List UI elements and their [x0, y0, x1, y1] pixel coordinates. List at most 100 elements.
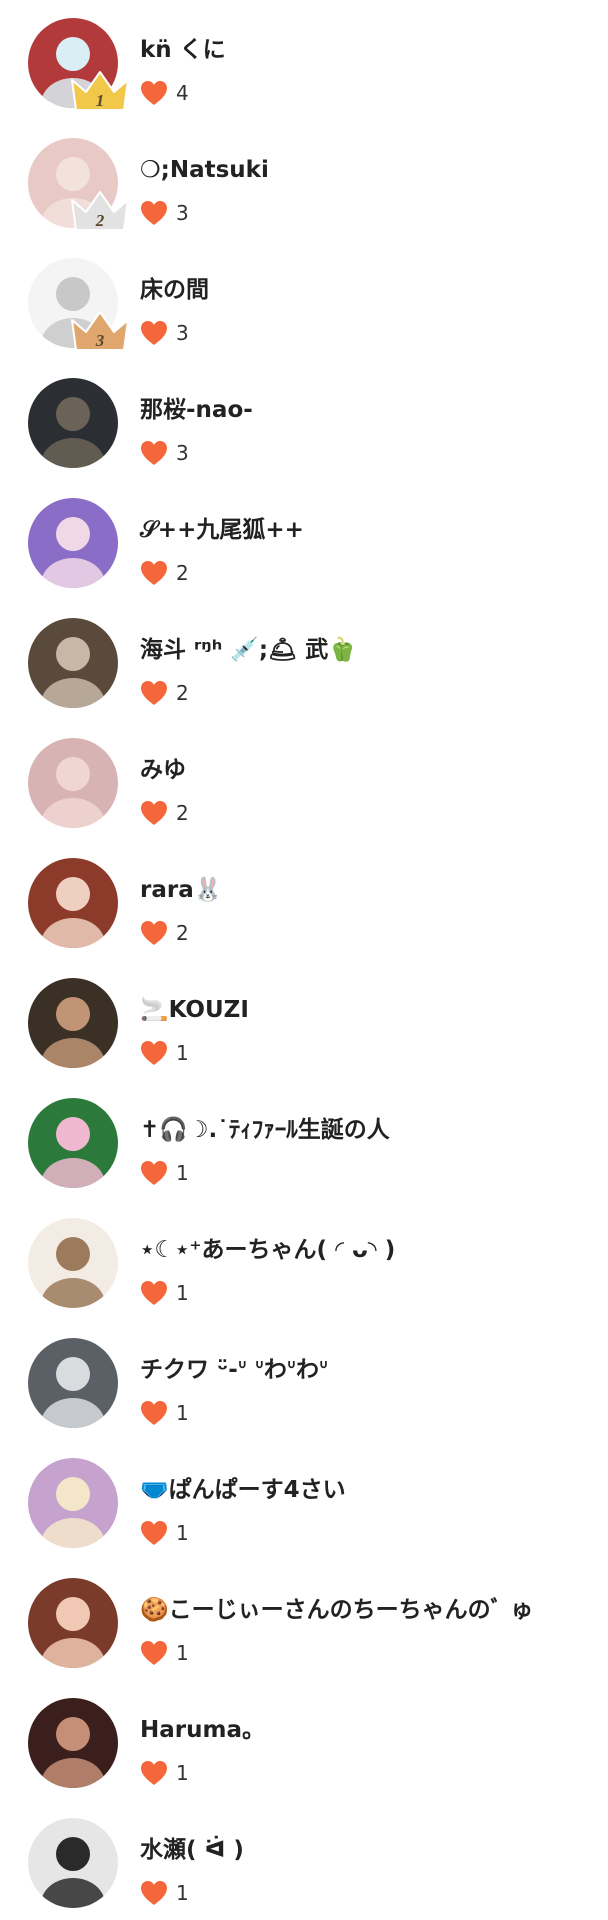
avatar[interactable]	[28, 738, 118, 828]
user-row[interactable]: 2 ❍;Natsuki 3	[0, 120, 608, 240]
user-name[interactable]: rara🐰	[140, 876, 222, 904]
user-row[interactable]: 海斗 ʳᵑʰ 💉;🛎 武🫑 2	[0, 600, 608, 720]
avatar-container	[28, 858, 118, 948]
like-count: 1	[176, 1881, 189, 1905]
user-name[interactable]: kn̈ くに	[140, 36, 226, 64]
user-name[interactable]: 床の間	[140, 276, 209, 304]
user-row[interactable]: 🍪こーじぃーさんのちーちゃんのﾞ ゅ 1	[0, 1560, 608, 1680]
avatar-container	[28, 978, 118, 1068]
user-row[interactable]: 那桜-nao- 3	[0, 360, 608, 480]
avatar[interactable]	[28, 618, 118, 708]
like-count: 1	[176, 1281, 189, 1305]
avatar-container: 1	[28, 18, 129, 111]
heart-icon	[140, 680, 168, 706]
like-count: 1	[176, 1161, 189, 1185]
heart-icon	[140, 1280, 168, 1306]
avatar-container	[28, 738, 118, 828]
avatar[interactable]	[28, 1098, 118, 1188]
user-name[interactable]: Haruma。	[140, 1716, 265, 1744]
like-count: 1	[176, 1521, 189, 1545]
heart-icon	[140, 920, 168, 946]
like-count: 3	[176, 201, 189, 225]
user-row[interactable]: 3 床の間 3	[0, 240, 608, 360]
heart-icon	[140, 1040, 168, 1066]
rank-crown-icon: 3	[68, 306, 132, 352]
avatar-container	[28, 1698, 118, 1788]
user-row[interactable]: みゆ 2	[0, 720, 608, 840]
heart-icon	[140, 1400, 168, 1426]
user-name[interactable]: ⋆☾⋆⁺あーちゃん( ◜ ᴗ◝ )	[140, 1236, 395, 1264]
avatar[interactable]	[28, 1458, 118, 1548]
rank-crown-icon: 1	[68, 66, 132, 112]
heart-icon	[140, 1160, 168, 1186]
avatar[interactable]	[28, 378, 118, 468]
heart-icon	[140, 440, 168, 466]
user-row[interactable]: 🩲ぱんぱーす4さい 1	[0, 1440, 608, 1560]
user-row[interactable]: ✝🎧☽.˙ﾃｨﾌｧｰﾙ生誕の人 1	[0, 1080, 608, 1200]
avatar-container	[28, 498, 118, 588]
user-row[interactable]: 1 kn̈ くに 4	[0, 0, 608, 120]
user-name[interactable]: 🍪こーじぃーさんのちーちゃんのﾞ ゅ	[140, 1596, 533, 1624]
rank-crown-icon: 2	[68, 186, 132, 232]
avatar[interactable]	[28, 1578, 118, 1668]
user-name[interactable]: ✝🎧☽.˙ﾃｨﾌｧｰﾙ生誕の人	[140, 1116, 390, 1144]
user-row[interactable]: 🚬KOUZI 1	[0, 960, 608, 1080]
user-name[interactable]: ❍;Natsuki	[140, 156, 269, 184]
heart-icon	[140, 800, 168, 826]
user-name[interactable]: 🚬KOUZI	[140, 996, 249, 1024]
avatar-container	[28, 378, 118, 468]
avatar-container	[28, 1458, 118, 1548]
heart-icon	[140, 200, 168, 226]
user-row[interactable]: Haruma。 1	[0, 1680, 608, 1800]
like-count: 2	[176, 921, 189, 945]
like-count: 2	[176, 681, 189, 705]
like-count: 2	[176, 801, 189, 825]
like-count: 1	[176, 1401, 189, 1425]
user-name[interactable]: 水瀬( ᐛ )	[140, 1836, 244, 1864]
avatar-container	[28, 1578, 118, 1668]
like-count: 1	[176, 1041, 189, 1065]
avatar[interactable]	[28, 498, 118, 588]
avatar-container	[28, 618, 118, 708]
avatar[interactable]	[28, 1818, 118, 1908]
likes-user-list: 1 kn̈ くに 4 2 ❍;Natsuki 3 3 床の間 3 那桜-nao- 3 𝒮++九尾狐++…	[0, 0, 608, 1920]
heart-icon	[140, 1880, 168, 1906]
user-name[interactable]: 那桜-nao-	[140, 396, 253, 424]
user-name[interactable]: 海斗 ʳᵑʰ 💉;🛎 武🫑	[140, 636, 357, 664]
like-count: 1	[176, 1761, 189, 1785]
user-name[interactable]: 𝒮++九尾狐++	[140, 516, 304, 544]
heart-icon	[140, 80, 168, 106]
rank-number: 2	[95, 211, 105, 230]
avatar-container: 3	[28, 258, 129, 351]
avatar[interactable]	[28, 1338, 118, 1428]
avatar-container	[28, 1338, 118, 1428]
user-row[interactable]: rara🐰 2	[0, 840, 608, 960]
user-row[interactable]: 𝒮++九尾狐++ 2	[0, 480, 608, 600]
avatar-container	[28, 1098, 118, 1188]
like-count: 2	[176, 561, 189, 585]
like-count: 4	[176, 81, 189, 105]
heart-icon	[140, 1520, 168, 1546]
avatar[interactable]	[28, 1218, 118, 1308]
user-name[interactable]: 🩲ぱんぱーす4さい	[140, 1476, 346, 1504]
rank-number: 3	[95, 331, 105, 350]
heart-icon	[140, 1640, 168, 1666]
avatar[interactable]	[28, 1698, 118, 1788]
user-row[interactable]: ⋆☾⋆⁺あーちゃん( ◜ ᴗ◝ ) 1	[0, 1200, 608, 1320]
heart-icon	[140, 1760, 168, 1786]
like-count: 3	[176, 441, 189, 465]
user-row[interactable]: 水瀬( ᐛ ) 1	[0, 1800, 608, 1920]
avatar[interactable]	[28, 858, 118, 948]
avatar-container: 2	[28, 138, 129, 231]
heart-icon	[140, 320, 168, 346]
avatar[interactable]	[28, 978, 118, 1068]
avatar-container	[28, 1218, 118, 1308]
avatar-container	[28, 1818, 118, 1908]
heart-icon	[140, 560, 168, 586]
user-row[interactable]: チクワ ᵕ̈-ᐡ ᐡわᐡわᐡ 1	[0, 1320, 608, 1440]
like-count: 1	[176, 1641, 189, 1665]
rank-number: 1	[96, 91, 105, 110]
user-name[interactable]: チクワ ᵕ̈-ᐡ ᐡわᐡわᐡ	[140, 1356, 328, 1384]
like-count: 3	[176, 321, 189, 345]
user-name[interactable]: みゆ	[140, 756, 186, 784]
